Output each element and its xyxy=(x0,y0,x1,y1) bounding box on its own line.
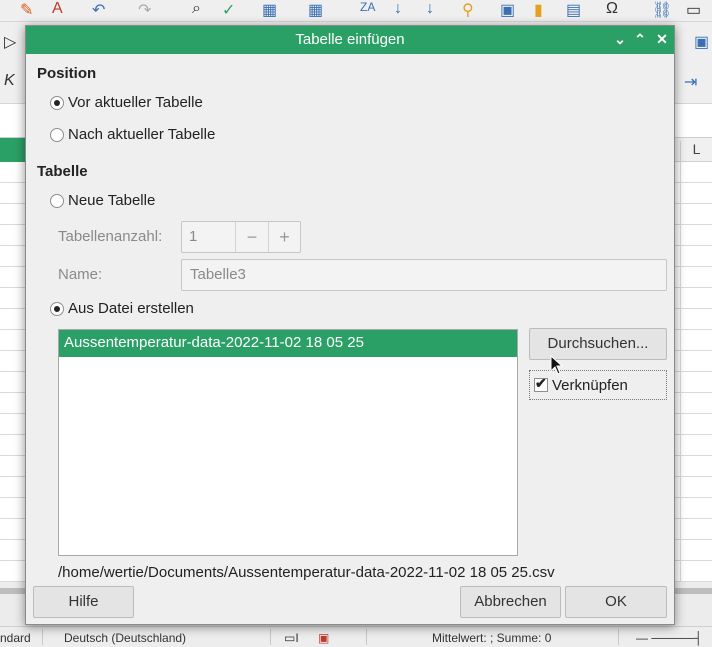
zoom-slider[interactable]: — ─────┤ xyxy=(636,631,702,645)
comment-icon[interactable]: ▭ xyxy=(686,0,701,20)
standard-toolbar: ✎ A ↶ ↷ ⌕ ✓ ▦ ▦ ZA ↓ ↓ ⚲ ▣ ▮ ▤ Ω ⛓ ▭ xyxy=(0,0,712,22)
status-language[interactable]: Deutsch (Deutschland) xyxy=(64,631,186,645)
undo-icon[interactable]: ↶ xyxy=(92,0,105,20)
selected-column-header[interactable] xyxy=(0,138,25,162)
radio-after-current-sheet[interactable]: Nach aktueller Tabelle xyxy=(50,126,215,143)
selection-mode-icon[interactable]: ▭I xyxy=(284,631,299,645)
radio-new-sheet[interactable]: Neue Tabelle xyxy=(50,192,155,209)
document-modified-icon: ▣ xyxy=(318,631,330,645)
insert-image-icon[interactable]: ▣ xyxy=(694,32,709,52)
column-header-l[interactable]: L xyxy=(680,141,712,161)
ok-button[interactable]: OK xyxy=(565,586,667,618)
radio-label: Neue Tabelle xyxy=(68,192,156,209)
close-icon[interactable]: ✕ xyxy=(652,29,672,49)
chart-icon[interactable]: ▮ xyxy=(534,0,543,20)
radio-label: Aus Datei erstellen xyxy=(68,300,194,317)
checkbox-indicator[interactable]: ✔ xyxy=(534,375,548,392)
table-icon-2[interactable]: ▦ xyxy=(308,0,323,20)
radio-before-current-sheet[interactable]: Vor aktueller Tabelle xyxy=(50,94,203,111)
mouse-pointer-icon xyxy=(550,355,564,375)
radio-label: Vor aktueller Tabelle xyxy=(68,94,203,111)
pivot-icon[interactable]: ▤ xyxy=(566,0,581,20)
dialog-titlebar[interactable]: Tabelle einfügen ⌄ ⌃ ✕ xyxy=(26,26,674,54)
checkbox-label: Verknüpfen xyxy=(552,376,628,394)
radio-from-file[interactable]: Aus Datei erstellen xyxy=(50,300,194,317)
status-page-style: ndard xyxy=(0,631,31,645)
increment-button[interactable]: + xyxy=(268,222,300,252)
file-sheet-list[interactable]: Aussentemperatur-data-2022-11-02 18 05 2… xyxy=(58,329,518,556)
maximize-icon[interactable]: ⌃ xyxy=(630,29,650,49)
radio-indicator[interactable] xyxy=(50,127,64,142)
radio-indicator[interactable] xyxy=(50,301,64,316)
sheet-name-field[interactable]: Tabelle3 xyxy=(181,259,667,291)
sheet-name-label: Name: xyxy=(58,266,103,283)
checkmark-icon: ✔ xyxy=(535,375,547,391)
list-item[interactable]: Aussentemperatur-data-2022-11-02 18 05 2… xyxy=(59,330,517,357)
find-replace-icon[interactable]: ⌕ xyxy=(192,0,201,18)
insert-sheet-dialog: Tabelle einfügen ⌄ ⌃ ✕ Position Vor aktu… xyxy=(25,25,675,625)
radio-label: Nach aktueller Tabelle xyxy=(68,126,216,143)
radio-indicator[interactable] xyxy=(50,193,64,208)
spellcheck-icon[interactable]: ✓ xyxy=(222,0,235,20)
paintbrush-icon[interactable]: ✎ xyxy=(20,0,33,20)
dialog-title: Tabelle einfügen xyxy=(295,31,405,48)
special-character-icon[interactable]: Ω xyxy=(606,0,618,18)
sheet-count-value[interactable]: 1 xyxy=(189,228,197,245)
sort-ascending-icon[interactable]: ↓ xyxy=(394,0,402,18)
sheet-count-label: Tabellenanzahl: xyxy=(58,228,163,245)
indent-icon[interactable]: ⇥ xyxy=(684,72,697,92)
table-icon[interactable]: ▦ xyxy=(262,0,277,20)
decrement-button[interactable]: − xyxy=(235,222,268,252)
table-heading: Tabelle xyxy=(37,163,88,180)
sort-descending-icon[interactable]: ↓ xyxy=(426,0,434,18)
file-path-label: /home/wertie/Documents/Aussentemperatur-… xyxy=(58,564,555,581)
cancel-button[interactable]: Abbrechen xyxy=(460,586,561,618)
sort-icon[interactable]: ZA xyxy=(360,0,375,14)
status-summary: Mittelwert: ; Summe: 0 xyxy=(432,631,552,645)
image-icon[interactable]: ▣ xyxy=(500,0,515,20)
radio-indicator[interactable] xyxy=(50,95,64,110)
minimize-icon[interactable]: ⌄ xyxy=(610,29,630,49)
help-button[interactable]: Hilfe xyxy=(33,586,134,618)
sheet-count-stepper[interactable]: 1 − + xyxy=(181,221,301,253)
link-icon[interactable]: ⛓ xyxy=(652,0,672,20)
status-bar: ndard Deutsch (Deutschland) ▭I ▣ Mittelw… xyxy=(0,626,712,647)
italic-icon[interactable]: K xyxy=(4,72,15,90)
redo-icon[interactable]: ↷ xyxy=(138,0,151,20)
position-heading: Position xyxy=(37,65,97,82)
autofilter-icon[interactable]: ⚲ xyxy=(462,0,474,20)
eraser-icon[interactable]: A xyxy=(52,0,63,18)
select-pointer-icon[interactable]: ▷ xyxy=(4,32,16,52)
